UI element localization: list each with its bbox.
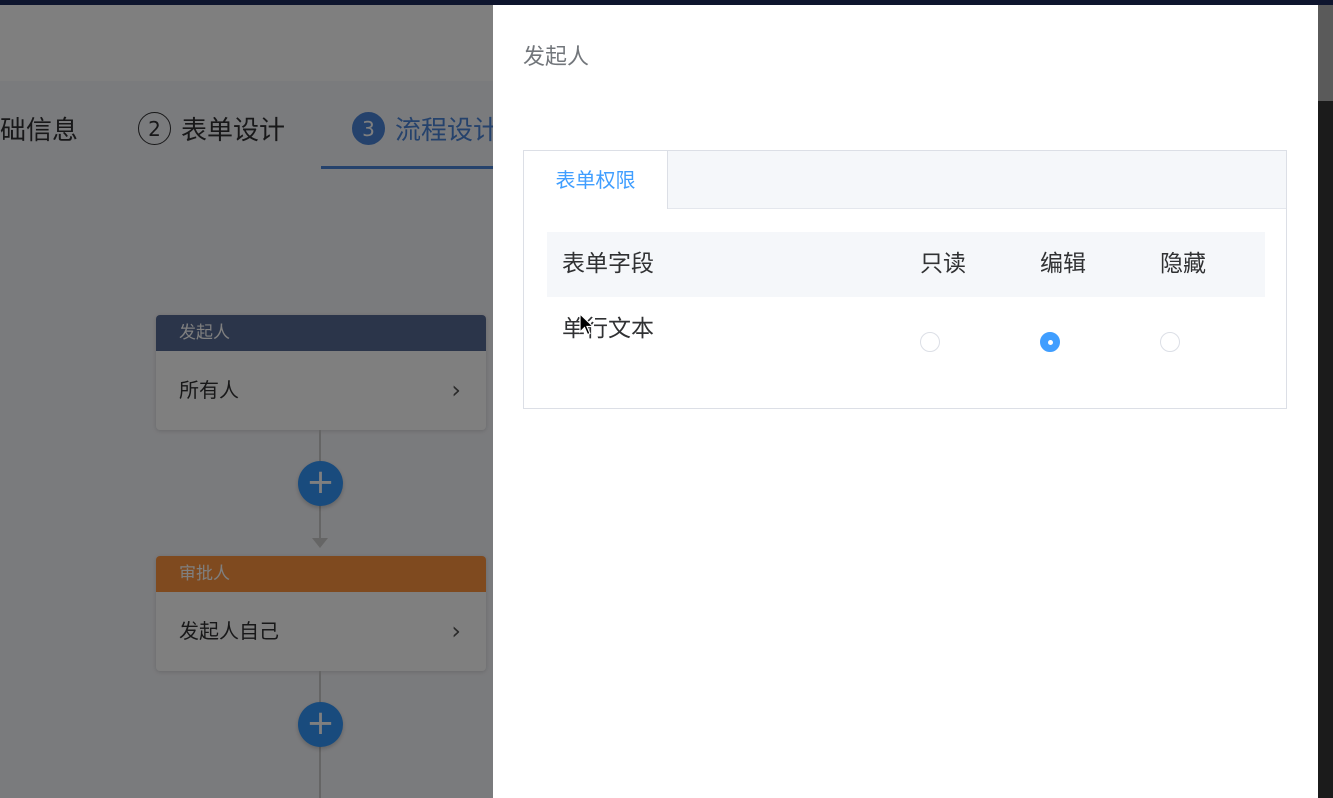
header-field: 表单字段	[562, 251, 654, 277]
node-settings-drawer: 发起人 表单权限 表单字段 只读 编辑 隐藏 单行文本	[493, 5, 1318, 798]
mouse-cursor-icon	[579, 313, 595, 336]
window-edge	[1318, 5, 1333, 798]
tabs-card: 表单权限 表单字段 只读 编辑 隐藏 单行文本	[523, 150, 1287, 409]
tab-form-permissions[interactable]: 表单权限	[524, 151, 668, 209]
window-edge-highlight	[1318, 5, 1333, 101]
edit-radio[interactable]	[1040, 332, 1060, 352]
permissions-table: 表单字段 只读 编辑 隐藏 单行文本	[547, 232, 1265, 387]
header-edit: 编辑	[1040, 251, 1086, 277]
table-header: 表单字段 只读 编辑 隐藏	[547, 232, 1265, 297]
header-hidden: 隐藏	[1160, 251, 1206, 277]
field-name: 单行文本	[562, 316, 654, 342]
table-row: 单行文本	[547, 297, 1265, 387]
drawer-title: 发起人	[523, 45, 590, 70]
hidden-radio[interactable]	[1160, 332, 1180, 352]
header-readonly: 只读	[920, 251, 966, 277]
readonly-radio[interactable]	[920, 332, 940, 352]
